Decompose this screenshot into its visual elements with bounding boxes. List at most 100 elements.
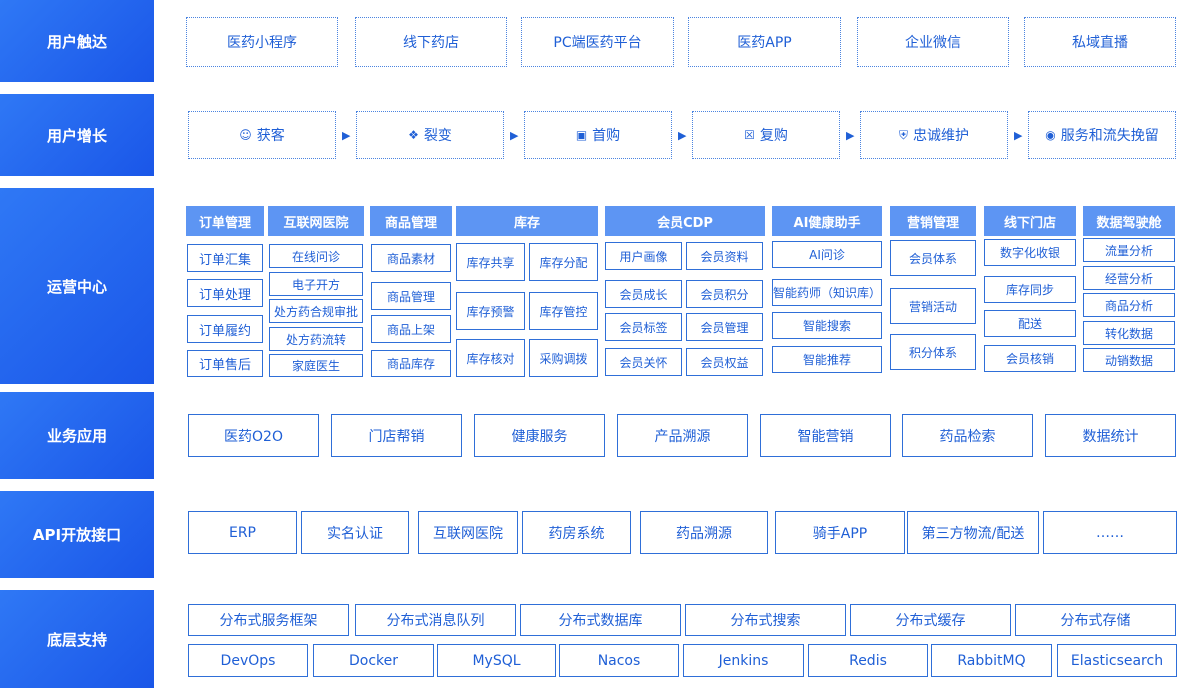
ops-item: 电子开方 (269, 272, 363, 296)
ops-group-title: 营销管理 (890, 206, 976, 236)
ops-item: 商品分析 (1083, 293, 1175, 317)
ops-item: 营销活动 (890, 288, 976, 324)
touch-item: PC端医药平台 (521, 17, 674, 67)
bag-icon: ▣ (575, 128, 588, 142)
ops-group-title: 库存 (456, 206, 598, 236)
ops-item: 商品素材 (371, 244, 451, 272)
base-item: 分布式数据库 (520, 604, 681, 636)
biz-item: 智能营销 (760, 414, 891, 457)
growth-item-rebuy: ☒ 复购 (692, 111, 840, 159)
api-item: 药品溯源 (640, 511, 768, 554)
api-item: ERP (188, 511, 297, 554)
ops-item: 商品管理 (371, 282, 451, 310)
ops-item: 库存核对 (456, 339, 525, 377)
ops-item: 转化数据 (1083, 321, 1175, 345)
arrow-right-icon: ▶ (678, 129, 687, 142)
ops-item: 会员标签 (605, 313, 682, 341)
layer-label-ops: 运营中心 (0, 188, 154, 384)
growth-item-label: 忠诚维护 (913, 128, 969, 144)
ops-item: 智能搜索 (772, 312, 882, 339)
base-item: RabbitMQ (931, 644, 1052, 677)
ops-item: 会员体系 (890, 240, 976, 276)
base-item: MySQL (437, 644, 556, 677)
growth-item-loyalty: ⛨ 忠诚维护 (860, 111, 1008, 159)
api-item: 骑手APP (775, 511, 905, 554)
api-item: …… (1043, 511, 1177, 554)
ops-item: 处方药流转 (269, 327, 363, 351)
touch-item: 企业微信 (857, 17, 1009, 67)
ops-group-title: 会员CDP (605, 206, 765, 236)
ops-item: 家庭医生 (269, 354, 363, 377)
ops-item: 库存同步 (984, 276, 1076, 303)
base-item: Docker (313, 644, 434, 677)
ops-item: 会员核销 (984, 345, 1076, 372)
ops-item: 用户画像 (605, 242, 682, 270)
growth-item-label: 获客 (256, 128, 285, 144)
base-item: 分布式存储 (1015, 604, 1176, 636)
ops-item: 会员关怀 (605, 348, 682, 376)
arrow-right-icon: ▶ (846, 129, 855, 142)
shield-icon: ⛨ (898, 127, 908, 142)
ops-group-title: AI健康助手 (772, 206, 882, 236)
ops-item: 商品库存 (371, 350, 451, 377)
biz-item: 数据统计 (1045, 414, 1176, 457)
ops-item: 数字化收银 (984, 239, 1076, 266)
layer-label-touch: 用户触达 (0, 0, 154, 82)
ops-group-title: 数据驾驶舱 (1083, 206, 1175, 236)
ops-item: 动销数据 (1083, 348, 1175, 372)
api-item: 第三方物流/配送 (907, 511, 1039, 554)
network-icon: ❖ (408, 128, 419, 142)
api-item: 实名认证 (301, 511, 409, 554)
ops-item: 智能药师（知识库） (772, 279, 882, 306)
touch-item: 医药APP (688, 17, 841, 67)
user-icon: ☺ (239, 128, 252, 142)
ops-group-title: 订单管理 (186, 206, 264, 236)
base-item: Elasticsearch (1057, 644, 1177, 677)
base-item: DevOps (188, 644, 308, 677)
ops-item: 采购调拨 (529, 339, 598, 377)
location-icon: ◉ (1045, 128, 1056, 142)
base-item: 分布式搜索 (685, 604, 846, 636)
growth-item-first-buy: ▣ 首购 (524, 111, 672, 159)
base-item: 分布式缓存 (850, 604, 1011, 636)
ops-item: 经营分析 (1083, 266, 1175, 290)
base-item: Nacos (559, 644, 679, 677)
growth-item-acquire: ☺ 获客 (188, 111, 336, 159)
arrow-right-icon: ▶ (1014, 129, 1023, 142)
ops-item: 订单汇集 (187, 244, 263, 272)
biz-item: 产品溯源 (617, 414, 748, 457)
ops-item: 智能推荐 (772, 346, 882, 373)
growth-item-label: 服务和流失挽留 (1060, 128, 1159, 144)
arrow-right-icon: ▶ (342, 129, 351, 142)
ops-item: 流量分析 (1083, 238, 1175, 262)
ops-item: 商品上架 (371, 315, 451, 343)
arrow-right-icon: ▶ (510, 129, 519, 142)
ops-item: 订单处理 (187, 279, 263, 307)
growth-item-retention: ◉ 服务和流失挽留 (1028, 111, 1176, 159)
ops-item: AI问诊 (772, 241, 882, 268)
touch-item: 线下药店 (355, 17, 507, 67)
ops-item: 订单售后 (187, 350, 263, 377)
ops-item: 积分体系 (890, 334, 976, 370)
ops-item: 会员资料 (686, 242, 763, 270)
touch-item: 医药小程序 (186, 17, 338, 67)
cart-icon: ☒ (744, 128, 755, 142)
ops-item: 库存分配 (529, 243, 598, 281)
api-item: 互联网医院 (418, 511, 518, 554)
layer-label-biz: 业务应用 (0, 392, 154, 479)
ops-group-title: 线下门店 (984, 206, 1076, 236)
biz-item: 医药O2O (188, 414, 319, 457)
ops-item: 会员成长 (605, 280, 682, 308)
growth-item-fission: ❖ 裂变 (356, 111, 504, 159)
base-item: Redis (808, 644, 928, 677)
ops-item: 库存预警 (456, 292, 525, 330)
ops-item: 订单履约 (187, 315, 263, 343)
biz-item: 门店帮销 (331, 414, 462, 457)
ops-group-title: 互联网医院 (268, 206, 364, 236)
layer-label-base: 底层支持 (0, 590, 154, 688)
ops-item: 在线问诊 (269, 244, 363, 268)
ops-item: 配送 (984, 310, 1076, 337)
layer-label-growth: 用户增长 (0, 94, 154, 176)
ops-item: 处方药合规审批 (269, 299, 363, 323)
api-item: 药房系统 (522, 511, 631, 554)
